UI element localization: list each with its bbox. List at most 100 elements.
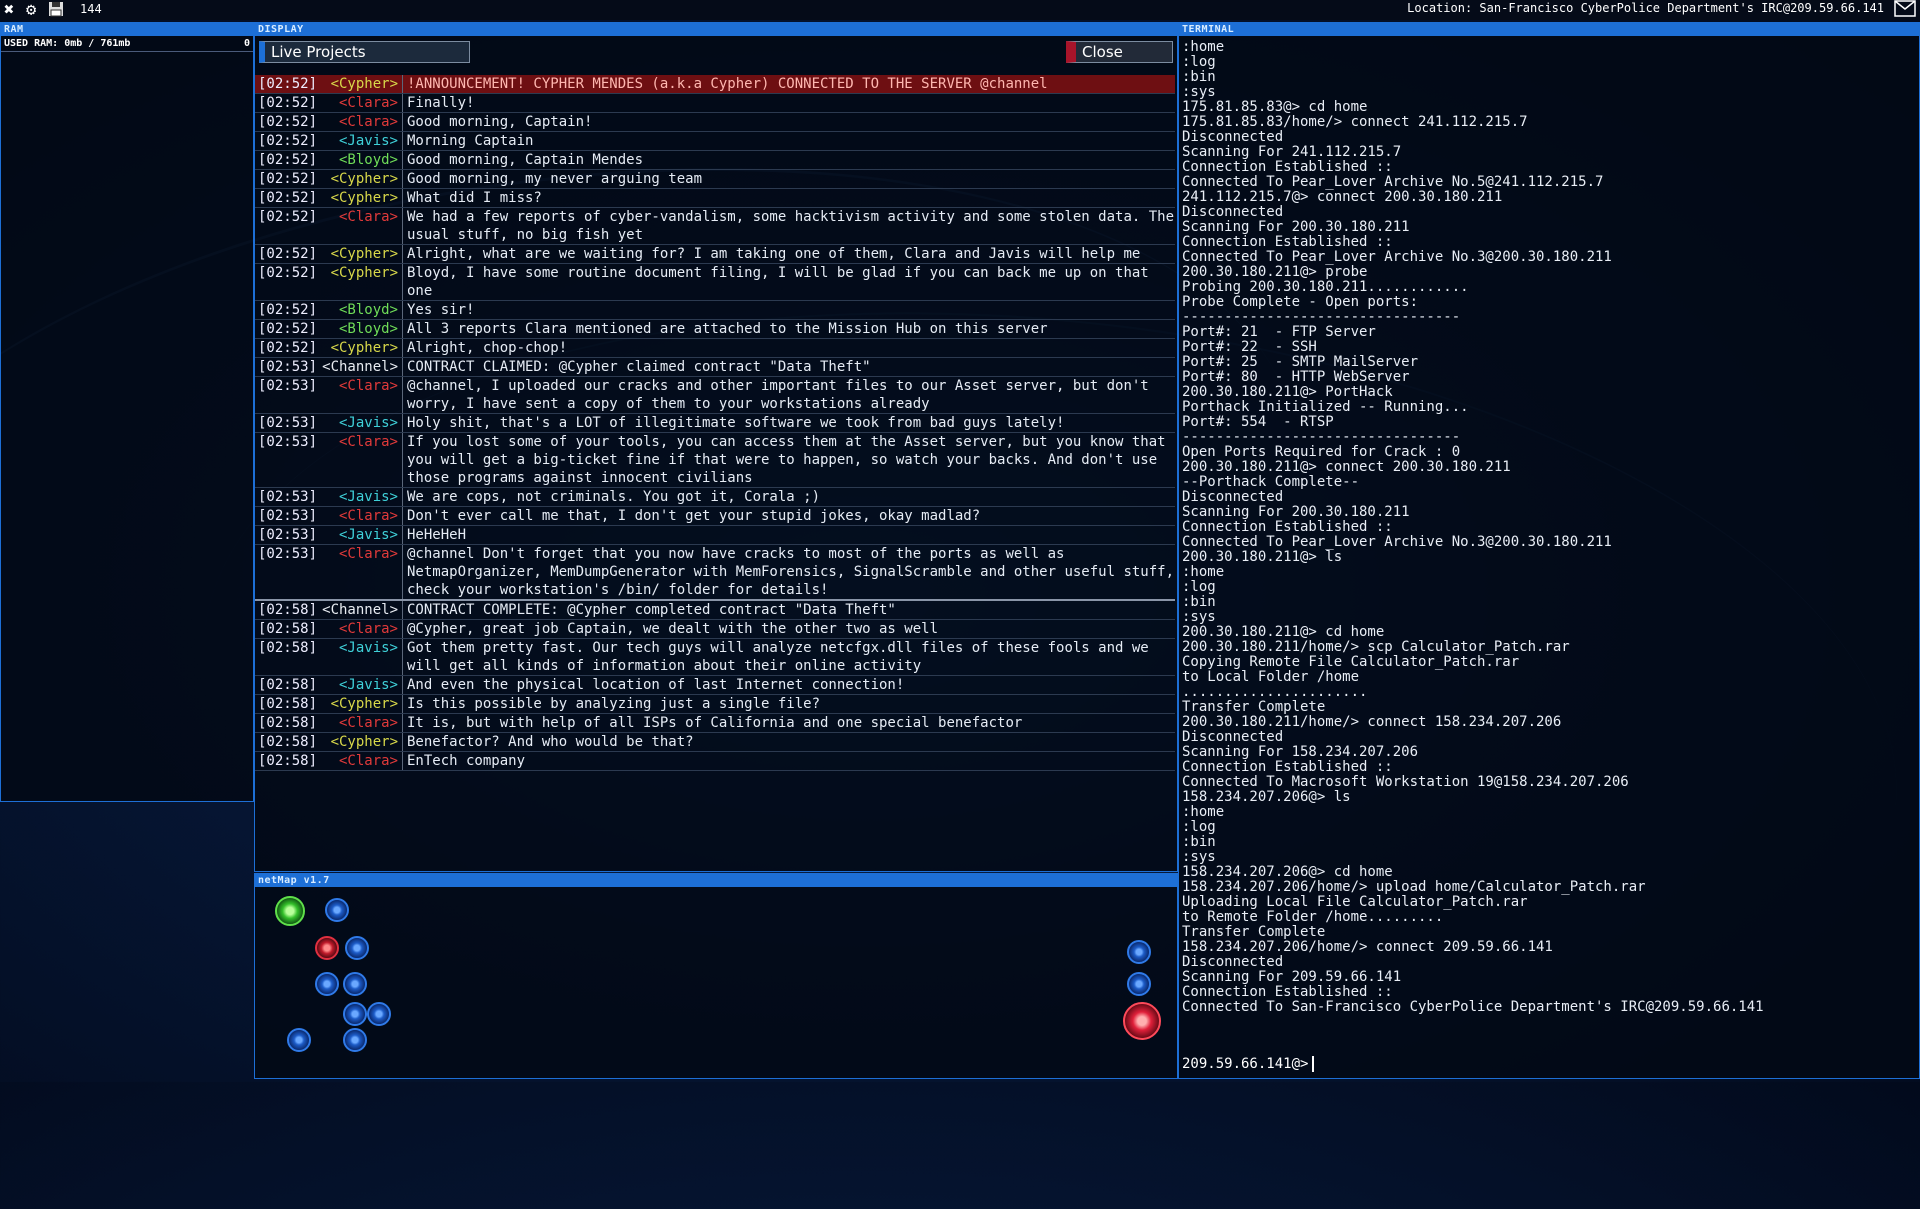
message-time: [02:52] <box>258 76 318 92</box>
message-text: Morning Captain <box>407 133 534 149</box>
netmap-node[interactable] <box>343 972 367 996</box>
chat-message: [02:52] <Bloyd> Good morning, Captain Mend… <box>255 151 1175 170</box>
message-time: [02:52] <box>258 190 318 206</box>
message-nick: <Cypher> <box>316 189 403 207</box>
terminal-line: Probing 200.30.180.211............ <box>1182 279 1469 295</box>
chat-message: [02:53] <Clara> @channel, I uploaded our c… <box>255 377 1175 414</box>
counter: 144 <box>80 2 102 16</box>
terminal-line: Scanning For 200.30.180.211 <box>1182 219 1410 235</box>
message-text: @channel Don't forget that you now have … <box>407 546 1175 598</box>
top-bar: ✖ ⚙ 144 Location: San-Francisco CyberPol… <box>0 0 1920 20</box>
terminal-prompt: 209.59.66.141@> <box>1182 1056 1309 1072</box>
terminal-line: Connected To San-Francisco CyberPolice D… <box>1182 999 1764 1015</box>
terminal-line: 175.81.85.83@> cd home <box>1182 99 1368 115</box>
terminal-line: Probe Complete - Open ports: <box>1182 294 1419 310</box>
terminal-output: :home:log:bin:sys 175.81.85.83@> cd home 1… <box>1179 36 1919 1015</box>
message-time: [02:53] <box>258 527 318 543</box>
message-text: Benefactor? And who would be that? <box>407 734 694 750</box>
terminal-line: :sys <box>1182 609 1216 625</box>
message-text: We are cops, not criminals. You got it, … <box>407 489 821 505</box>
netmap-node[interactable] <box>325 898 349 922</box>
message-time: [02:52] <box>258 95 318 111</box>
netmap-panel: netMap v1.7 <box>254 873 1178 1079</box>
message-nick: <Clara> <box>316 94 403 112</box>
terminal-line: :bin <box>1182 69 1216 85</box>
terminal-line: Connected To Pear_Lover Archive No.3@200… <box>1182 534 1612 550</box>
mail-icon[interactable] <box>1894 0 1916 18</box>
chat-message: [02:53] <Clara> Don't ever call me that, I… <box>255 507 1175 526</box>
terminal-line: 200.30.180.211@> PortHack <box>1182 384 1393 400</box>
message-nick: <Bloyd> <box>316 151 403 169</box>
terminal-line: 158.234.207.206@> ls <box>1182 789 1351 805</box>
message-text: Alright, chop-chop! <box>407 340 568 356</box>
message-nick: <Clara> <box>316 433 403 487</box>
terminal-line: :sys <box>1182 849 1216 865</box>
chat-message: [02:58] <Javis> Got them pretty fast. Our … <box>255 639 1175 676</box>
netmap-node[interactable] <box>1127 940 1151 964</box>
terminal-line: 158.234.207.206/home/> upload home/Calcu… <box>1182 879 1646 895</box>
terminal-line: 200.30.180.211/home/> connect 158.234.20… <box>1182 714 1562 730</box>
chat-message: [02:52] <Cypher> Good morning, my never ar… <box>255 170 1175 189</box>
terminal-title: TERMINAL <box>1179 23 1919 36</box>
terminal-line: :home <box>1182 564 1225 580</box>
terminal-line: Connected To Pear_Lover Archive No.5@241… <box>1182 174 1604 190</box>
netmap-node[interactable] <box>367 1002 391 1026</box>
terminal-line: Copying Remote File Calculator_Patch.rar <box>1182 654 1520 670</box>
ram-count: 0 <box>243 38 250 49</box>
terminal-line: --------------------------------- <box>1182 429 1461 445</box>
message-text: CONTRACT CLAIMED: @Cypher claimed contra… <box>407 359 871 375</box>
chat-message: [02:52] <Javis> Morning Captain <box>255 132 1175 151</box>
terminal-line: Disconnected <box>1182 954 1284 970</box>
save-icon[interactable] <box>48 1 64 21</box>
text-cursor <box>1312 1056 1315 1072</box>
netmap-node[interactable] <box>1127 972 1151 996</box>
close-button[interactable]: Close <box>1066 41 1173 63</box>
message-nick: <Cypher> <box>316 339 403 357</box>
terminal-line: :log <box>1182 819 1216 835</box>
chat-message: [02:52] <Cypher> What did I miss? <box>255 189 1175 208</box>
message-text: Got them pretty fast. Our tech guys will… <box>407 640 1149 674</box>
message-nick: <Clara> <box>316 208 403 244</box>
gear-icon[interactable]: ⚙ <box>26 1 36 19</box>
terminal-line: Disconnected <box>1182 129 1284 145</box>
netmap-node[interactable] <box>315 936 339 960</box>
live-projects-button[interactable]: Live Projects <box>259 41 470 63</box>
terminal-line: Connection Established :: <box>1182 519 1393 535</box>
message-nick: <Cypher> <box>316 170 403 188</box>
terminal-line: Porthack Initialized -- Running... <box>1182 399 1469 415</box>
chat-message: [02:58] <Clara> EnTech company <box>255 752 1175 771</box>
message-text: Alright, what are we waiting for? I am t… <box>407 246 1141 262</box>
terminal-line: Connection Established :: <box>1182 759 1393 775</box>
message-nick: <Cypher> <box>316 75 403 93</box>
message-time: [02:53] <box>258 434 318 450</box>
message-time: [02:58] <box>258 734 318 750</box>
message-text: Don't ever call me that, I don't get you… <box>407 508 981 524</box>
message-nick: <Javis> <box>316 132 403 150</box>
terminal-line: Port#: 554 - RTSP <box>1182 414 1334 430</box>
netmap-node-current[interactable] <box>1123 1002 1161 1040</box>
terminal-line: 158.234.207.206@> cd home <box>1182 864 1393 880</box>
message-text: @channel, I uploaded our cracks and othe… <box>407 378 1149 412</box>
message-text: HeHeHeH <box>407 527 467 543</box>
exit-icon[interactable]: ✖ <box>4 1 14 19</box>
chat-message: [02:52] <Cypher> Alright, what are we wait… <box>255 245 1175 264</box>
netmap-node[interactable] <box>343 1028 367 1052</box>
terminal-line: Transfer Complete <box>1182 699 1326 715</box>
chat-message: [02:53] <Javis> HeHeHeH <box>255 526 1175 545</box>
netmap-node[interactable] <box>287 1028 311 1052</box>
terminal-line: :bin <box>1182 834 1216 850</box>
netmap-node[interactable] <box>343 1002 367 1026</box>
message-nick: <Javis> <box>316 676 403 694</box>
chat-message: [02:53] <Clara> If you lost some of your t… <box>255 433 1175 488</box>
terminal-line: 175.81.85.83/home/> connect 241.112.215.… <box>1182 114 1528 130</box>
terminal-input[interactable]: 209.59.66.141@> <box>1182 1056 1315 1072</box>
netmap-node[interactable] <box>315 972 339 996</box>
terminal-line: 158.234.207.206/home/> connect 209.59.66… <box>1182 939 1553 955</box>
message-time: [02:52] <box>258 321 318 337</box>
message-text: Holy shit, that's a LOT of illegitimate … <box>407 415 1065 431</box>
netmap-node-home[interactable] <box>275 896 305 926</box>
message-text: All 3 reports Clara mentioned are attach… <box>407 321 1048 337</box>
netmap-node[interactable] <box>345 936 369 960</box>
chat-log: [02:52] <Cypher> !ANNOUNCEMENT! CYPHER MEN… <box>255 75 1175 771</box>
message-time: [02:53] <box>258 415 318 431</box>
